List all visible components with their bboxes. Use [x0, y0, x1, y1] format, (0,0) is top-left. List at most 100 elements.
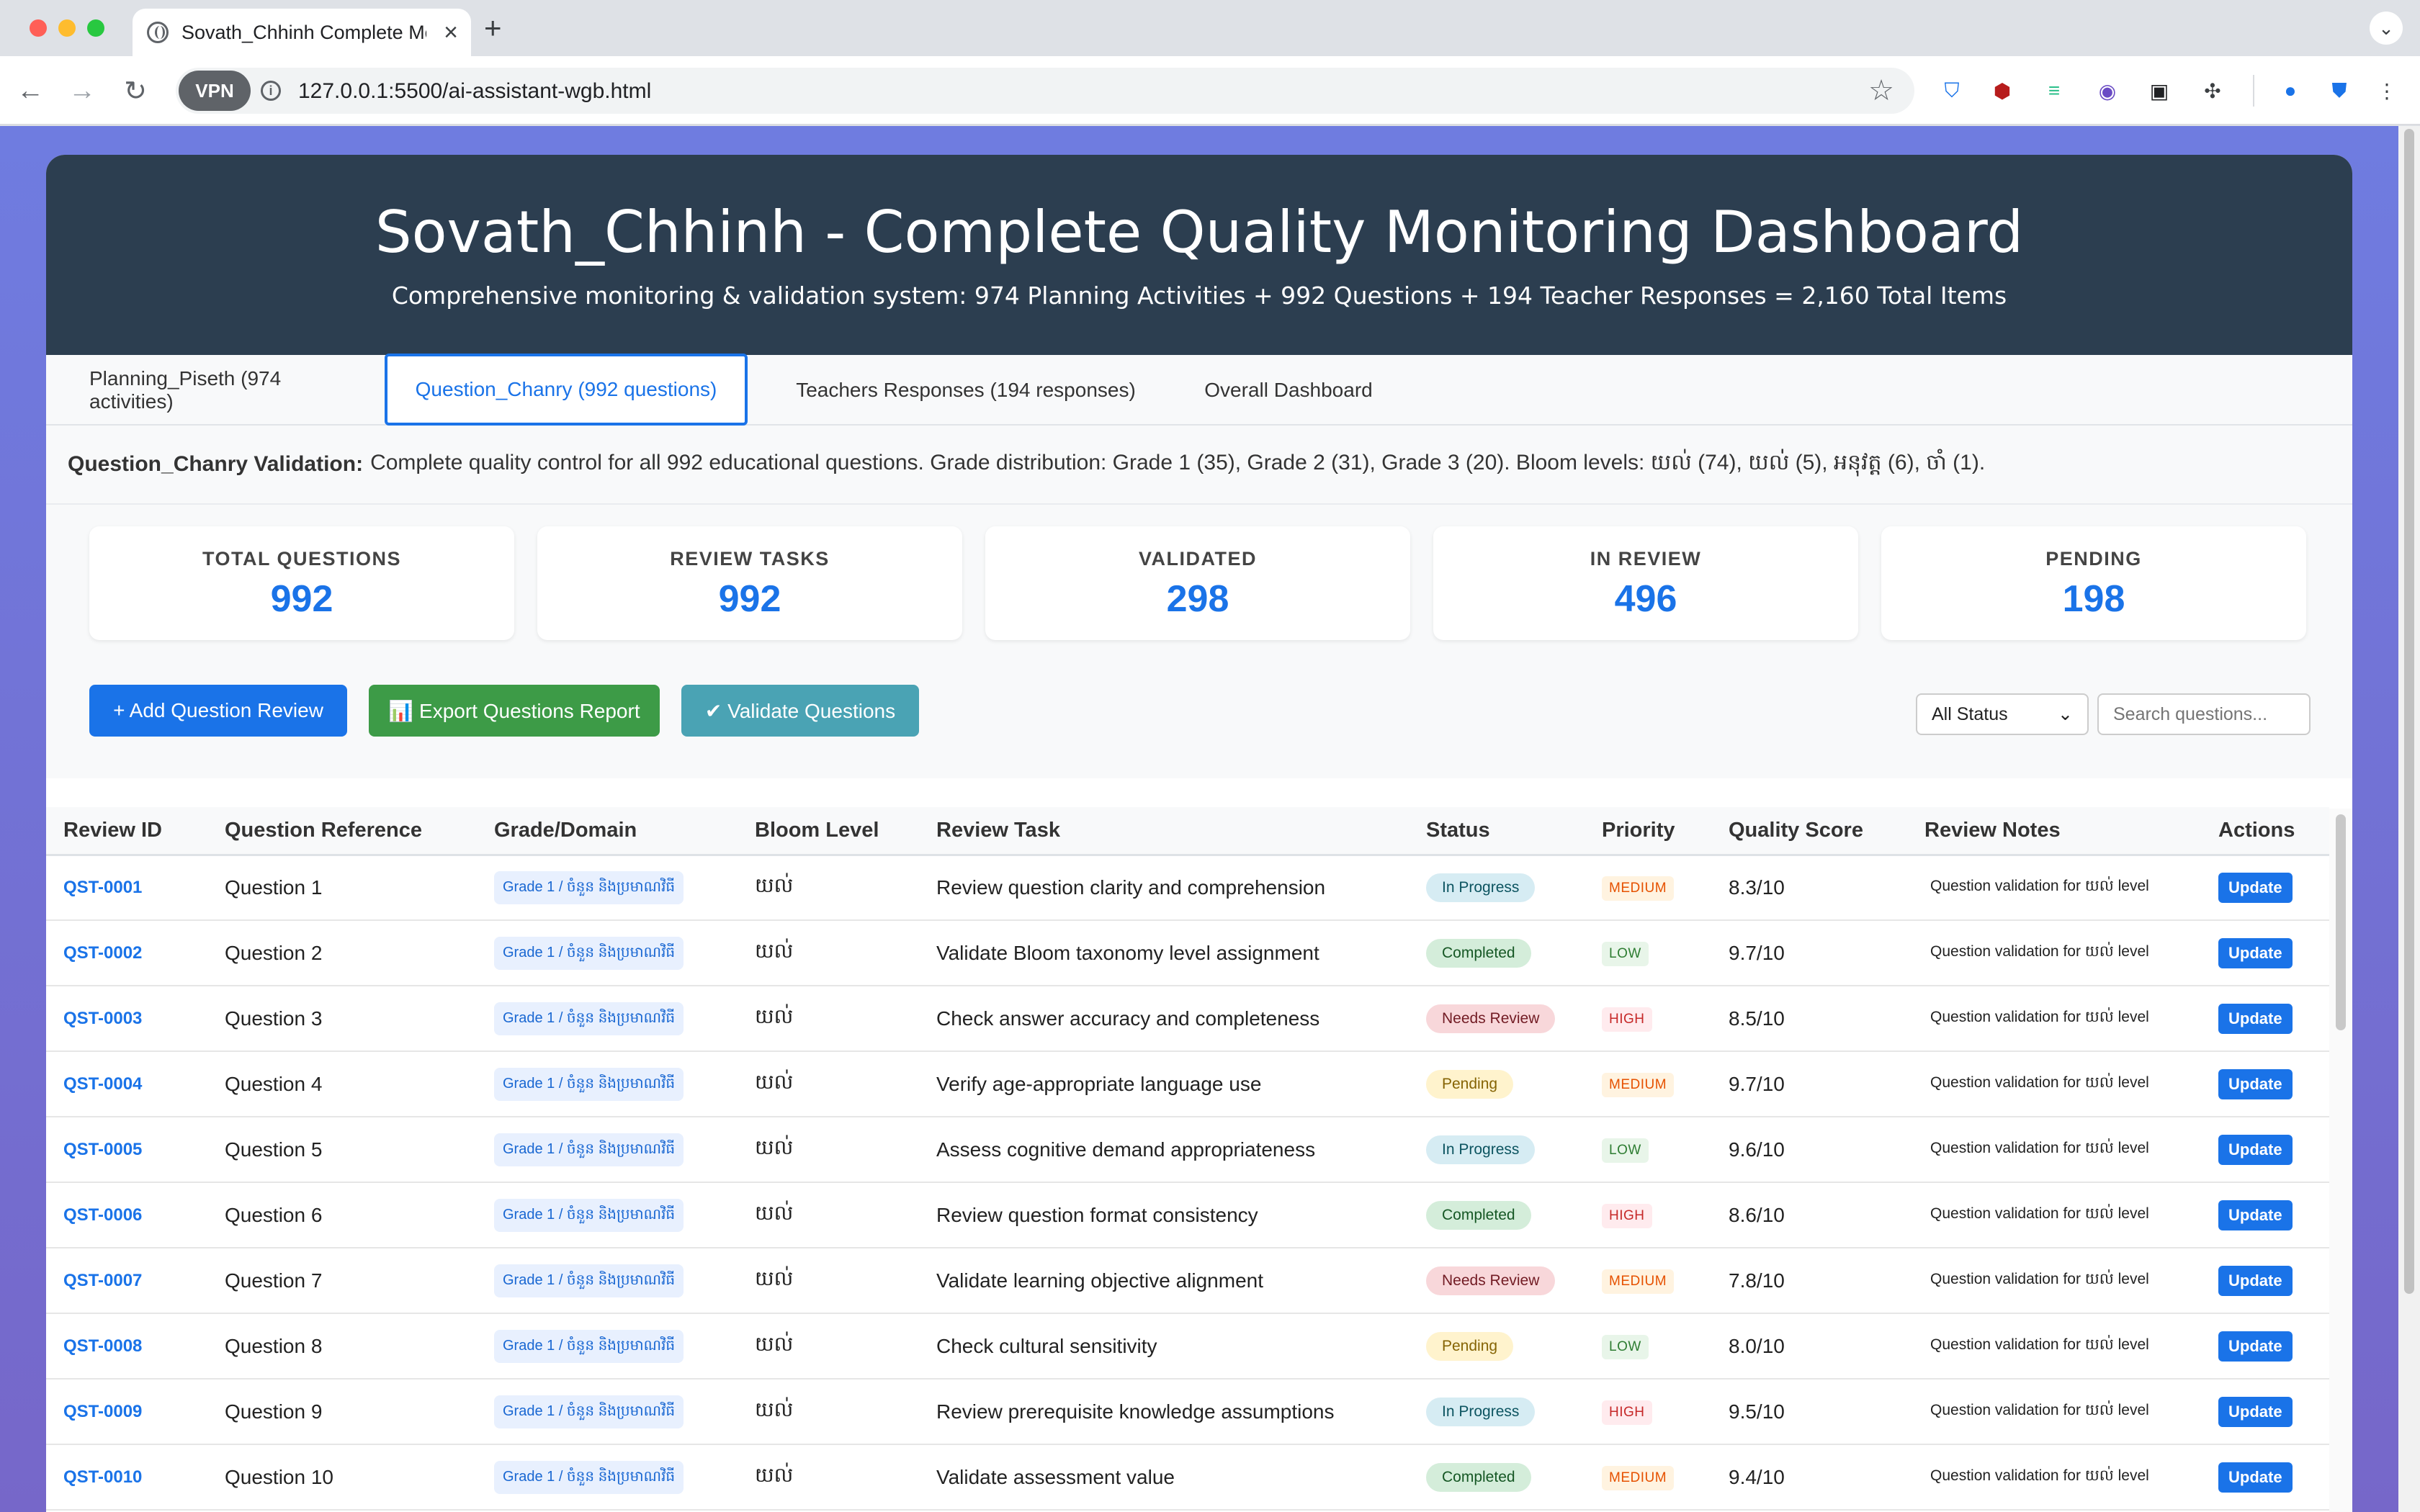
stat-card-pending: PENDING 198	[1881, 526, 2306, 640]
grade-domain-cell: Grade 1 / ចំនួន និងប្រមាណវិធី	[477, 986, 738, 1052]
close-icon[interactable]: ×	[444, 20, 458, 45]
update-button[interactable]: Update	[2218, 937, 2293, 968]
grade-domain-cell: Grade 1 / ចំនួន និងប្រមាណវិធី	[477, 1248, 738, 1314]
tab-questions[interactable]: Question_Chanry (992 questions)	[385, 354, 748, 426]
window-minimize-button[interactable]	[58, 19, 76, 37]
stat-value: 298	[1166, 578, 1229, 620]
priority-cell: HIGH	[1585, 1182, 1711, 1248]
review-id-link[interactable]: QST-0003	[46, 986, 207, 1052]
question-reference: Question 3	[207, 986, 477, 1052]
column-header: Review ID	[46, 807, 207, 856]
stats-row: TOTAL QUESTIONS 992 REVIEW TASKS 992 VAL…	[46, 505, 2352, 656]
menu-kebab-icon[interactable]: ⋮	[2372, 76, 2401, 105]
browser-tab-active[interactable]: Sovath_Chhinh Complete Mo ×	[133, 9, 471, 56]
info-heading: Question_Chanry Validation:	[68, 452, 364, 476]
update-button[interactable]: Update	[2218, 1462, 2293, 1493]
priority-badge: LOW	[1602, 942, 1649, 966]
table-row: QST-0009 Question 9 Grade 1 / ចំនួន និងប្រ…	[46, 1379, 2329, 1445]
puzzle-extensions-icon[interactable]: ✣	[2198, 76, 2227, 105]
status-filter-select[interactable]: All Status ⌄	[1916, 693, 2089, 735]
review-task: Validate learning objective alignment	[919, 1248, 1409, 1314]
update-button[interactable]: Update	[2218, 1396, 2293, 1427]
quality-score: 8.0/10	[1711, 1313, 1907, 1380]
vpn-badge[interactable]: VPN	[179, 71, 251, 111]
forward-arrow-icon[interactable]: →	[65, 73, 99, 108]
review-id-link[interactable]: QST-0005	[46, 1117, 207, 1183]
stat-card-validated: VALIDATED 298	[985, 526, 1410, 640]
quality-score: 9.7/10	[1711, 920, 1907, 986]
chevron-down-icon[interactable]: ⌄	[2370, 12, 2403, 45]
update-button[interactable]: Update	[2218, 1200, 2293, 1230]
image-extension-icon[interactable]: ▣	[2145, 76, 2174, 105]
status-cell: In Progress	[1409, 855, 1585, 921]
update-button[interactable]: Update	[2218, 1331, 2293, 1362]
bloom-level: យល់	[738, 1051, 919, 1117]
grade-domain-cell: Grade 1 / ចំនួន និងប្រមាណវិធី	[477, 1313, 738, 1380]
table-scrollbar[interactable]	[2329, 809, 2352, 1512]
table-row: QST-0008 Question 8 Grade 1 / ចំនួន និងប្រ…	[46, 1313, 2329, 1380]
review-id-link[interactable]: QST-0007	[46, 1248, 207, 1314]
page-scrollbar[interactable]	[2398, 126, 2420, 1512]
quality-score: 7.8/10	[1711, 1248, 1907, 1314]
url-text[interactable]: 127.0.0.1:5500/ai-assistant-wgb.html	[298, 79, 651, 104]
status-badge: In Progress	[1426, 1397, 1536, 1426]
window-maximize-button[interactable]	[87, 19, 104, 37]
page-scroll-thumb[interactable]	[2404, 129, 2414, 1294]
quality-score: 8.3/10	[1711, 855, 1907, 921]
status-badge: Needs Review	[1426, 1004, 1556, 1033]
new-tab-button[interactable]: +	[484, 13, 502, 43]
quality-score: 8.5/10	[1711, 986, 1907, 1052]
table-scroll-thumb[interactable]	[2336, 814, 2346, 1030]
security-extension-icon[interactable]: ⛊	[2325, 76, 2354, 105]
circle-extension-icon[interactable]: ◉	[2093, 76, 2122, 105]
quality-score: 9.6/10	[1711, 1117, 1907, 1183]
tab-planning[interactable]: Planning_Piseth (974 activities)	[89, 355, 363, 426]
reload-icon[interactable]: ↻	[118, 73, 153, 108]
column-header: Bloom Level	[738, 807, 919, 856]
add-question-review-button[interactable]: + Add Question Review	[89, 685, 347, 737]
grade-domain-cell: Grade 1 / ចំនួន និងប្រមាណវិធី	[477, 1182, 738, 1248]
ublock-extension-icon[interactable]: ⬢	[1988, 76, 2017, 105]
review-id-link[interactable]: QST-0006	[46, 1182, 207, 1248]
update-button[interactable]: Update	[2218, 1068, 2293, 1099]
shield-extension-icon[interactable]: ⛉	[1937, 76, 1966, 105]
review-id-link[interactable]: QST-0010	[46, 1444, 207, 1511]
browser-tab-strip: Sovath_Chhinh Complete Mo × + ⌄	[0, 0, 2420, 56]
review-notes: Question validation for យល់ level	[1907, 986, 2201, 1052]
review-id-link[interactable]: QST-0001	[46, 855, 207, 921]
review-id-link[interactable]: QST-0009	[46, 1379, 207, 1445]
table-row: QST-0002 Question 2 Grade 1 / ចំនួន និងប្រ…	[46, 920, 2329, 986]
tab-overall-dashboard[interactable]: Overall Dashboard	[1170, 355, 1407, 426]
bloom-level: យល់	[738, 1182, 919, 1248]
update-button[interactable]: Update	[2218, 1003, 2293, 1034]
update-button[interactable]: Update	[2218, 1265, 2293, 1296]
grade-domain-cell: Grade 1 / ចំនួន និងប្រមាណវិធី	[477, 1117, 738, 1183]
review-id-link[interactable]: QST-0002	[46, 920, 207, 986]
stat-card-review-tasks: REVIEW TASKS 992	[537, 526, 962, 640]
site-info-icon[interactable]: i	[261, 81, 281, 101]
stripes-extension-icon[interactable]: ≡	[2040, 76, 2069, 105]
status-badge: Completed	[1426, 938, 1531, 968]
status-filter-value: All Status	[1932, 703, 2008, 724]
window-close-button[interactable]	[30, 19, 47, 37]
column-header: Question Reference	[207, 807, 477, 856]
validation-info: Question_Chanry Validation: Complete qua…	[46, 426, 2352, 505]
priority-badge: HIGH	[1602, 1007, 1652, 1032]
questions-table: Review ID Question Reference Grade/Domain B…	[46, 807, 2329, 1512]
bookmark-star-icon[interactable]: ☆	[1868, 75, 1894, 107]
export-questions-report-button[interactable]: 📊 Export Questions Report	[369, 685, 660, 737]
back-arrow-icon[interactable]: ←	[13, 73, 48, 108]
validate-questions-button[interactable]: ✔ Validate Questions	[681, 685, 919, 737]
search-questions-input[interactable]	[2097, 693, 2311, 735]
review-id-link[interactable]: QST-0004	[46, 1051, 207, 1117]
update-button[interactable]: Update	[2218, 872, 2293, 903]
priority-badge: MEDIUM	[1602, 1466, 1675, 1490]
update-button[interactable]: Update	[2218, 1134, 2293, 1165]
address-bar[interactable]: VPN i 127.0.0.1:5500/ai-assistant-wgb.ht…	[176, 68, 1914, 114]
tab-teacher-responses[interactable]: Teachers Responses (194 responses)	[775, 355, 1157, 426]
table-body: QST-0001 Question 1 Grade 1 / ចំនួន និងប្រ…	[46, 855, 2329, 1512]
review-id-link[interactable]: QST-0008	[46, 1313, 207, 1380]
grade-domain-cell: Grade 1 / ចំនួន និងប្រមាណវិធី	[477, 1444, 738, 1511]
profile-avatar-icon[interactable]: ●	[2276, 76, 2305, 105]
review-task: Check cultural sensitivity	[919, 1313, 1409, 1380]
